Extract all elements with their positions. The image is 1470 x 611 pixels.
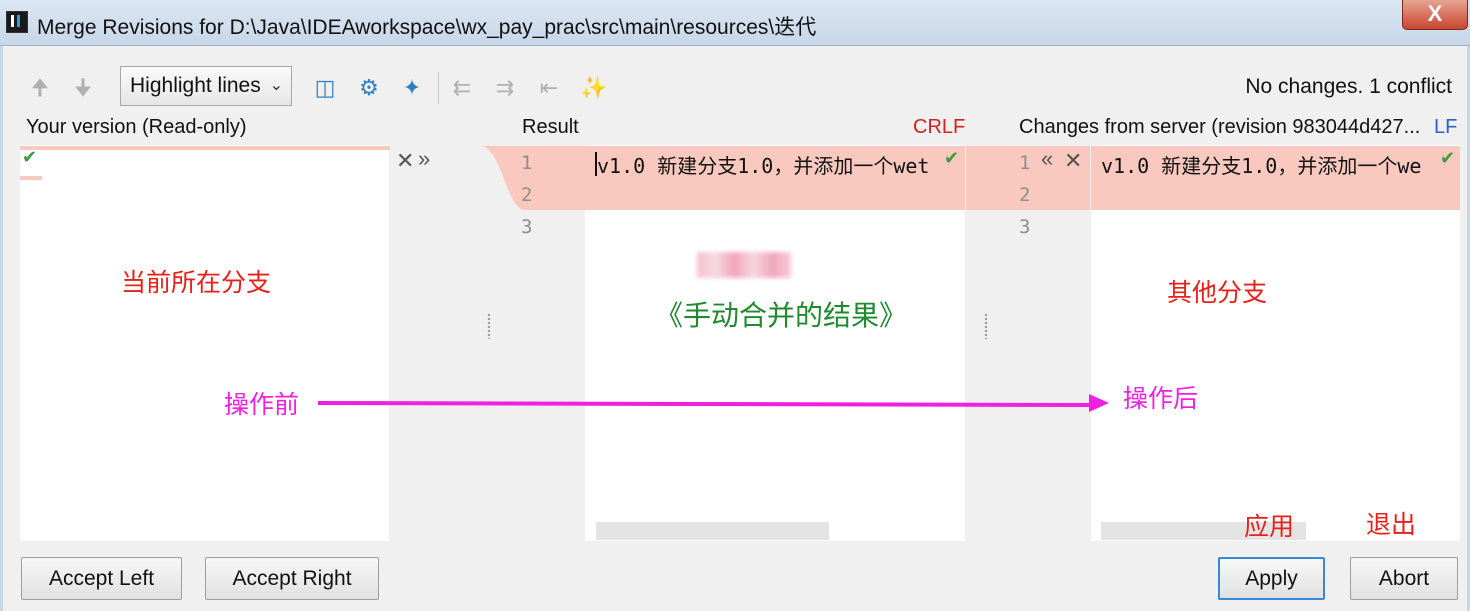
- toolbar-separator: [438, 72, 439, 104]
- left-splitter-handle[interactable]: [487, 313, 491, 339]
- annotation-after-operation: 操作后: [1123, 384, 1199, 413]
- server-line-number: 2: [1019, 184, 1031, 206]
- annotation-manual-merge-result: 《手动合并的结果》: [655, 299, 908, 332]
- server-line-ending[interactable]: LF: [1434, 116, 1457, 139]
- abort-button[interactable]: Abort: [1350, 557, 1458, 600]
- server-line-1: v1.0 新建分支1.0，并添加一个we: [1101, 154, 1422, 178]
- right-column-header: Changes from server (revision 983044d427…: [1019, 116, 1421, 138]
- sync-scroll-icon[interactable]: ◫: [313, 74, 337, 102]
- annotation-current-branch: 当前所在分支: [121, 268, 272, 297]
- window-title: Merge Revisions for D:\Java\IDEAworkspac…: [37, 16, 817, 39]
- result-column-header: Result: [522, 116, 579, 138]
- chevron-down-icon: ⌄: [269, 77, 283, 94]
- accept-right-button[interactable]: Accept Right: [205, 557, 379, 600]
- compare-contents-icon[interactable]: ⇤: [537, 74, 561, 102]
- merge-toolbar: 🠉 🠋 Highlight lines ⌄ ◫ ⚙ ✦ ⇇ ⇉ ⇤ ✨ No c…: [20, 66, 1460, 110]
- result-line-ending[interactable]: CRLF: [913, 116, 965, 139]
- result-resolved-check-icon: ✔: [944, 148, 960, 168]
- result-line-number: 1: [521, 152, 533, 174]
- title-bar: Merge Revisions for D:\Java\IDEAworkspac…: [0, 0, 1470, 46]
- ignore-left-change-icon[interactable]: ✕: [396, 148, 414, 174]
- annotation-before-operation: 操作前: [224, 390, 300, 419]
- apply-non-conflicting-icon[interactable]: ✦: [400, 74, 424, 102]
- annotation-other-branch: 其他分支: [1167, 278, 1268, 307]
- left-conflict-line: [20, 176, 42, 180]
- left-column-header: Your version (Read-only): [26, 116, 247, 138]
- right-splitter-handle[interactable]: [984, 313, 988, 339]
- left-editor-panel[interactable]: [20, 145, 389, 541]
- close-window-button[interactable]: X: [1402, 0, 1468, 30]
- highlight-mode-value: Highlight lines: [130, 74, 261, 97]
- settings-gear-icon[interactable]: ⚙: [357, 74, 381, 102]
- apply-right-non-conflicting-icon[interactable]: ⇉: [493, 74, 517, 102]
- previous-difference-icon[interactable]: 🠉: [28, 74, 52, 102]
- next-difference-icon[interactable]: 🠋: [71, 74, 95, 102]
- apply-left-non-conflicting-icon[interactable]: ⇇: [450, 74, 474, 102]
- result-horizontal-scrollbar[interactable]: [596, 522, 829, 540]
- result-line-number: 2: [521, 184, 533, 206]
- left-resolved-check-icon: ✔: [22, 147, 38, 167]
- apply-right-change-icon[interactable]: «: [1041, 146, 1053, 172]
- apply-button[interactable]: Apply: [1218, 557, 1325, 600]
- intellij-app-icon: [6, 11, 28, 33]
- annotation-arrow-head: [1089, 394, 1109, 412]
- annotation-apply: 应用: [1244, 512, 1295, 541]
- result-line-1[interactable]: v1.0 新建分支1.0，并添加一个wet: [597, 150, 963, 179]
- blurred-text-block: [697, 252, 791, 278]
- merge-status-text: No changes. 1 conflict: [1245, 75, 1452, 98]
- left-conflict-marker: [20, 146, 390, 150]
- apply-left-change-icon[interactable]: »: [418, 146, 430, 172]
- ignore-right-change-icon[interactable]: ✕: [1064, 148, 1082, 174]
- server-check-icon: ✔: [1440, 148, 1456, 168]
- accept-left-button[interactable]: Accept Left: [21, 557, 182, 600]
- annotation-exit: 退出: [1366, 510, 1417, 539]
- server-line-number: 3: [1019, 216, 1031, 238]
- server-line-number: 1: [1019, 152, 1031, 174]
- highlight-mode-select[interactable]: Highlight lines ⌄: [120, 66, 292, 106]
- result-line-number: 3: [521, 216, 533, 238]
- magic-resolve-icon[interactable]: ✨: [580, 74, 607, 102]
- text-caret: [595, 152, 597, 176]
